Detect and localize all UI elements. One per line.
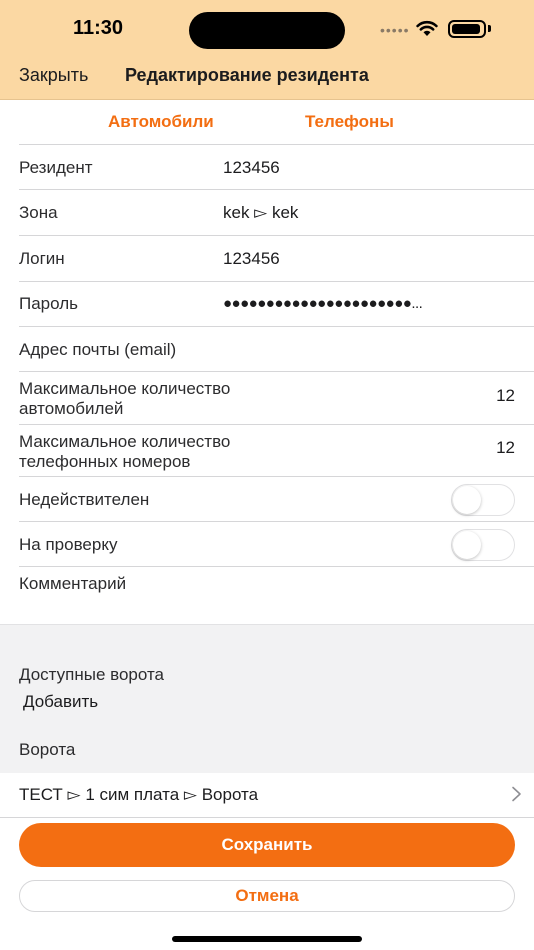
resident-label: Резидент xyxy=(19,158,93,177)
zone-row[interactable]: Зона kek ▻ kek xyxy=(19,190,534,236)
gates-list-header-label: Ворота xyxy=(19,740,76,759)
zone-label: Зона xyxy=(19,203,58,222)
segment-tabs: Автомобили Телефоны xyxy=(0,100,534,144)
review-toggle[interactable] xyxy=(451,529,515,561)
max-cars-label: Максимальное количество автомобилей xyxy=(19,379,230,419)
cancel-button[interactable]: Отмена xyxy=(19,880,515,912)
signal-dots-icon: ••••• xyxy=(380,22,410,38)
password-value: ●●●●●●●●●●●●●●●●●●●●●●... xyxy=(223,295,423,312)
battery-icon xyxy=(448,20,486,38)
review-row: На проверку xyxy=(19,522,534,567)
dynamic-island xyxy=(189,12,345,49)
login-label: Логин xyxy=(19,249,65,268)
max-cars-value[interactable]: 12 xyxy=(496,386,515,406)
invalid-row: Недействителен xyxy=(19,477,534,522)
battery-tip xyxy=(488,25,491,32)
tab-cars[interactable]: Автомобили xyxy=(108,112,214,132)
email-row[interactable]: Адрес почты (email) xyxy=(19,327,534,372)
password-label: Пароль xyxy=(19,294,78,313)
chevron-right-icon xyxy=(512,786,521,802)
gate-item-label: ТЕСТ ▻ 1 сим плата ▻ Ворота xyxy=(19,785,259,804)
max-phones-label-line1: Максимальное количество xyxy=(19,432,231,451)
login-row[interactable]: Логин 123456 xyxy=(19,236,534,282)
max-cars-label-line2: автомобилей xyxy=(19,399,124,418)
max-cars-label-line1: Максимальное количество xyxy=(19,379,231,398)
gates-list-header: Ворота xyxy=(0,727,534,773)
resident-row[interactable]: Резидент 123456 xyxy=(19,144,534,190)
nav-bar: Закрыть Редактирование резидента xyxy=(0,58,534,100)
review-label: На проверку xyxy=(19,535,118,554)
max-phones-row[interactable]: Максимальное количество телефонных номеро… xyxy=(19,425,534,477)
available-gates-section: Доступные ворота Добавить xyxy=(0,624,534,727)
status-bar: 11:30 ••••• xyxy=(0,0,534,58)
max-cars-row[interactable]: Максимальное количество автомобилей 12 xyxy=(19,372,534,425)
add-gate-button[interactable]: Добавить xyxy=(23,692,98,712)
available-gates-title: Доступные ворота xyxy=(19,665,165,684)
invalid-toggle[interactable] xyxy=(451,484,515,516)
resident-value: 123456 xyxy=(223,158,280,177)
home-indicator xyxy=(172,936,362,942)
page-title: Редактирование резидента xyxy=(125,65,369,85)
invalid-label: Недействителен xyxy=(19,490,150,509)
zone-value: kek ▻ kek xyxy=(223,203,299,222)
toggle-knob xyxy=(453,531,481,559)
email-label: Адрес почты (email) xyxy=(19,340,177,359)
max-phones-label: Максимальное количество телефонных номеро… xyxy=(19,432,230,472)
wifi-icon xyxy=(416,20,438,36)
status-time: 11:30 xyxy=(73,17,124,39)
max-phones-value[interactable]: 12 xyxy=(496,438,515,458)
save-button[interactable]: Сохранить xyxy=(19,823,515,867)
gate-list-item[interactable]: ТЕСТ ▻ 1 сим плата ▻ Ворота xyxy=(0,773,534,818)
password-row[interactable]: Пароль ●●●●●●●●●●●●●●●●●●●●●●... xyxy=(19,282,534,327)
max-phones-label-line2: телефонных номеров xyxy=(19,452,191,471)
close-button[interactable]: Закрыть xyxy=(19,65,88,86)
comment-label: Комментарий xyxy=(19,574,127,593)
tab-phones[interactable]: Телефоны xyxy=(305,112,394,132)
login-value: 123456 xyxy=(223,249,280,268)
comment-row[interactable]: Комментарий xyxy=(19,567,534,624)
toggle-knob xyxy=(453,486,481,514)
